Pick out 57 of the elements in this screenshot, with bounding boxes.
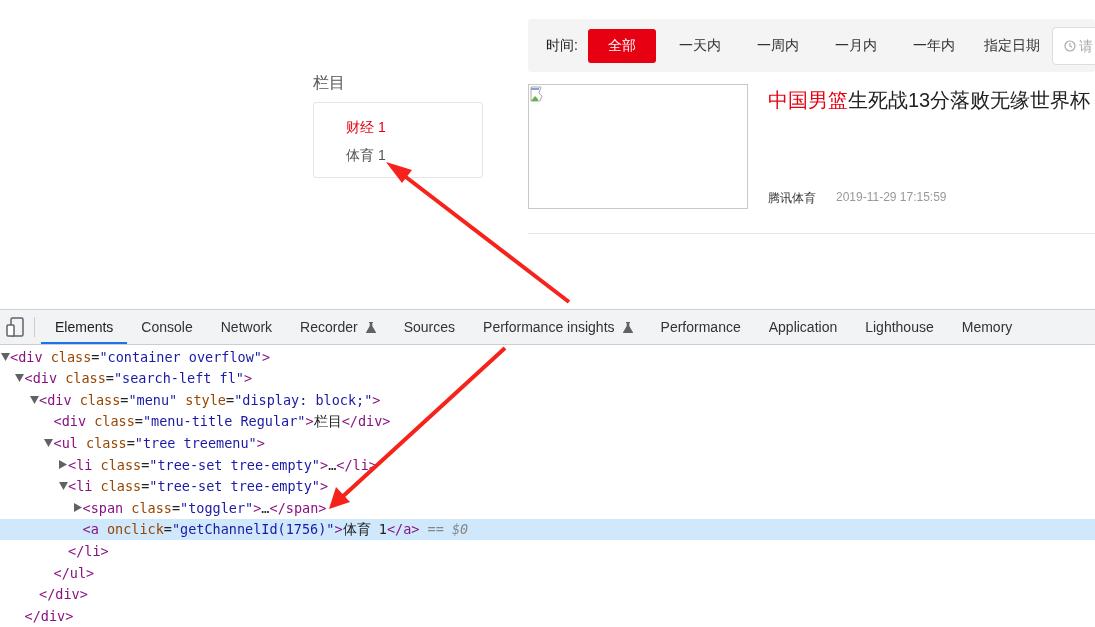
dom-node-row[interactable]: <div class="menu" style="display: block;"> <box>0 389 1095 411</box>
dom-node-row[interactable]: <div class="menu-title Regular">栏目</div> <box>0 410 1095 433</box>
code-line: </ul> <box>53 564 95 581</box>
clock-icon <box>1064 39 1076 52</box>
news-title[interactable]: 中国男篮生死战13分落败无缘世界杯 <box>768 87 1095 114</box>
time-filter-option[interactable]: 一月内 <box>817 28 895 63</box>
devtools-tab[interactable]: Console <box>127 312 207 344</box>
devtools-tab[interactable]: Performance <box>646 312 755 344</box>
time-filter-option[interactable]: 指定日期 <box>973 28 1051 63</box>
time-filter-option[interactable]: 全部 <box>588 28 656 63</box>
code-line: <div class="container overflow"> <box>10 348 271 365</box>
devtools-tab[interactable]: Application <box>754 312 852 344</box>
time-filter-option[interactable]: 一年内 <box>895 28 973 63</box>
devtools-tab[interactable]: Sources <box>389 312 470 344</box>
code-line: </div> <box>24 607 74 624</box>
code-line: </li> <box>68 543 109 560</box>
expanded-triangle-icon[interactable] <box>29 396 39 404</box>
devtools-tab[interactable]: Lighthouse <box>851 312 948 344</box>
news-time: 2019-11-29 17:15:59 <box>836 190 947 206</box>
dom-node-row[interactable]: </li> <box>0 540 1095 562</box>
expanded-triangle-icon[interactable] <box>58 482 68 491</box>
menu-item[interactable]: 体育 1 <box>346 146 386 165</box>
code-line: <a onclick="getChannelId(1756)">体育 1</a> == $0 <box>82 520 469 539</box>
devtools-tab[interactable]: Network <box>206 312 287 344</box>
code-line: <div class="search-left fl"> <box>24 370 253 387</box>
devtools-tab[interactable]: Elements <box>41 312 128 344</box>
dom-node-row[interactable]: </div> <box>0 583 1095 606</box>
expanded-triangle-icon[interactable] <box>15 374 24 383</box>
dom-node-row[interactable]: <ul class="tree treemenu"> <box>0 432 1095 454</box>
dom-node-row[interactable]: <li class="tree-set tree-empty"> <box>0 475 1095 498</box>
devtools-tab[interactable]: Recorder <box>286 312 390 344</box>
date-field[interactable]: 请 <box>1052 26 1095 65</box>
collapsed-triangle-icon[interactable] <box>73 503 82 513</box>
dom-node-row[interactable]: </ul> <box>0 561 1095 584</box>
devtools-tab[interactable]: Memory <box>947 312 1027 344</box>
code-line: </div> <box>39 586 88 603</box>
code-line: <span class="toggler">…</span> <box>82 499 327 516</box>
dom-node-row[interactable]: <span class="toggler">…</span> <box>0 497 1095 519</box>
device-toggle-icon[interactable] <box>6 317 24 337</box>
devtools-tab[interactable]: Performance insights <box>469 312 647 344</box>
collapsed-triangle-icon[interactable] <box>59 460 67 470</box>
menu-item[interactable]: 财经 1 <box>346 118 386 137</box>
dom-node-row[interactable]: </div> <box>0 605 1095 627</box>
dom-node-row[interactable]: <div class="search-left fl"> <box>0 367 1095 390</box>
filter-label: 时间: <box>546 36 579 55</box>
expanded-triangle-icon[interactable] <box>0 352 10 361</box>
dom-node-row[interactable]: <div class="container overflow"> <box>0 346 1095 368</box>
dom-node-row[interactable]: <a onclick="getChannelId(1756)">体育 1</a> == $0 <box>0 518 1095 541</box>
menu-title: 栏目 <box>313 73 346 93</box>
time-filter-option[interactable]: 一周内 <box>739 28 817 63</box>
news-source: 腾讯体育 <box>768 190 816 207</box>
expanded-triangle-icon[interactable] <box>44 439 53 448</box>
code-line: <li class="tree-set tree-empty"> <box>68 478 329 495</box>
code-line: <div class="menu-title Regular">栏目</div> <box>53 412 391 431</box>
code-line: <ul class="tree treemenu"> <box>53 435 265 452</box>
time-filter-option[interactable]: 一天内 <box>661 28 739 63</box>
code-line: <div class="menu" style="display: block;"> <box>39 392 381 408</box>
